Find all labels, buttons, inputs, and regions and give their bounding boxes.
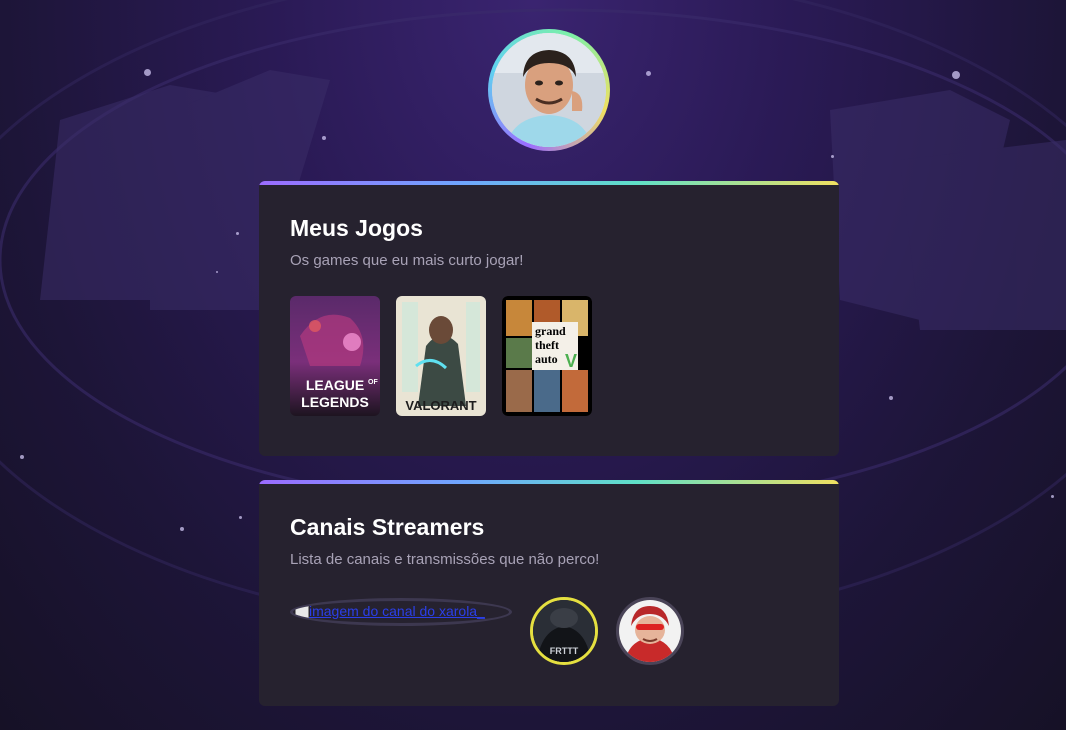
lol-logo-line1: LEAGUE: [306, 377, 364, 393]
game-valorant[interactable]: VALORANT: [396, 296, 486, 416]
streamers-list: imagem do canal do xarola_ FRTTT: [290, 595, 810, 675]
gta-logo-grand: grand: [535, 324, 566, 338]
streamers-title: Canais Streamers: [290, 514, 485, 540]
streamer-avatar-2[interactable]: FRTTT: [530, 597, 598, 665]
lol-logo-line2: LEGENDS: [301, 394, 369, 410]
games-list: LEAGUE OF LEGENDS VALORANT grand theft a…: [290, 296, 592, 416]
game-gta-v[interactable]: grand theft auto V: [502, 296, 592, 416]
broken-image-alt-text: imagem do canal do xarola_: [309, 603, 485, 619]
shirt-text: FRTTT: [550, 646, 579, 656]
streamer-link-xarola[interactable]: imagem do canal do xarola_: [290, 598, 512, 626]
gta-logo-auto: auto: [535, 352, 558, 366]
games-subtitle: Os games que eu mais curto jogar!: [290, 252, 524, 269]
games-card: Meus Jogos Os games que eu mais curto jo…: [259, 181, 839, 456]
games-title: Meus Jogos: [290, 215, 423, 241]
valorant-logo: VALORANT: [405, 398, 476, 413]
game-league-of-legends[interactable]: LEAGUE OF LEGENDS: [290, 296, 380, 416]
broken-image-icon: [295, 603, 309, 619]
gta-logo-numeral: V: [565, 351, 577, 371]
streamers-card: Canais Streamers Lista de canais e trans…: [259, 480, 839, 706]
streamers-subtitle: Lista de canais e transmissões que não p…: [290, 551, 600, 568]
lol-logo-of: OF: [368, 379, 378, 386]
streamer-avatar-3[interactable]: [616, 597, 684, 665]
profile-avatar: [488, 29, 610, 151]
gta-logo-theft: theft: [535, 338, 559, 352]
